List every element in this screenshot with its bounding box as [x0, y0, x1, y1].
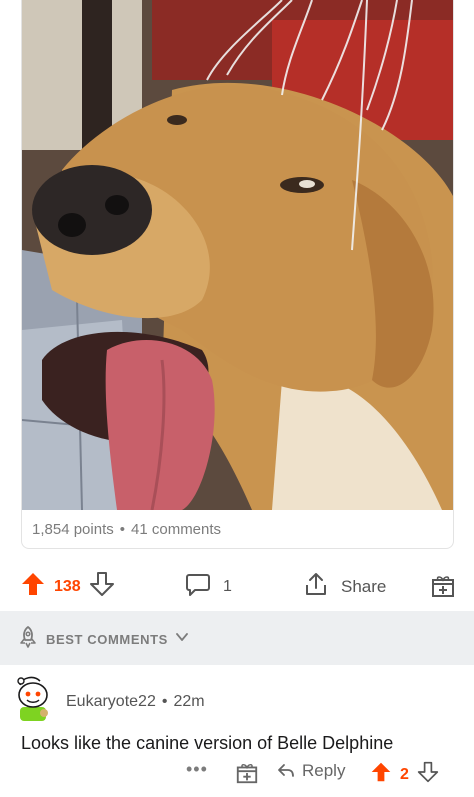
- comment-upvote-icon[interactable]: [370, 761, 392, 788]
- sort-control[interactable]: BEST COMMENTS: [16, 625, 190, 654]
- share-button[interactable]: Share: [303, 571, 386, 602]
- post-meta: 1,854 points • 41 comments: [32, 521, 221, 538]
- gift-award-icon: [432, 576, 454, 597]
- post-card: 1,854 points • 41 comments: [21, 0, 454, 549]
- comment-time: 22m: [173, 693, 205, 710]
- share-icon: [303, 571, 329, 602]
- comment: Eukaryote22 • 22m Looks like the canine …: [0, 665, 474, 797]
- snoo-avatar-icon: [17, 676, 48, 721]
- comment-downvote-icon[interactable]: [417, 761, 439, 788]
- post-action-bar: 138 1 Share: [0, 563, 474, 607]
- comment-award-button[interactable]: [235, 761, 259, 790]
- comment-body: Looks like the canine version of Belle D…: [21, 733, 394, 753]
- dog-photo: [22, 0, 453, 510]
- vote-group: 138: [20, 571, 115, 602]
- comment-actions: ••• Reply 2: [0, 759, 474, 789]
- comment-header: Eukaryote22 • 22m: [66, 693, 205, 711]
- chevron-down-icon: [174, 629, 190, 650]
- reply-arrow-icon: [278, 764, 294, 777]
- share-label: Share: [341, 576, 387, 596]
- comments-count-text[interactable]: 41 comments: [131, 521, 221, 538]
- comment-count: 1: [223, 577, 232, 595]
- more-options-button[interactable]: •••: [186, 759, 208, 780]
- comment-sort-bar[interactable]: BEST COMMENTS: [0, 611, 474, 665]
- post-image[interactable]: [22, 0, 453, 510]
- downvote-icon[interactable]: [89, 571, 115, 602]
- meta-separator: •: [119, 521, 125, 538]
- comment-separator: •: [161, 693, 168, 710]
- comments-button[interactable]: 1: [185, 571, 232, 602]
- award-button[interactable]: [430, 573, 456, 604]
- comment-score: 2: [400, 765, 409, 783]
- upvote-count: 138: [54, 577, 81, 595]
- points-text: 1,854 points: [32, 521, 114, 538]
- avatar[interactable]: [12, 675, 56, 723]
- sort-label: BEST COMMENTS: [46, 632, 168, 647]
- comment-author[interactable]: Eukaryote22: [66, 693, 156, 711]
- comment-bubble-icon: [185, 571, 211, 602]
- upvote-icon[interactable]: [20, 571, 46, 602]
- reply-button[interactable]: Reply: [276, 761, 345, 781]
- gift-award-icon: [236, 763, 258, 784]
- rocket-icon: [16, 625, 40, 654]
- comment-vote-group: 2: [370, 761, 439, 788]
- reply-label: Reply: [302, 761, 346, 780]
